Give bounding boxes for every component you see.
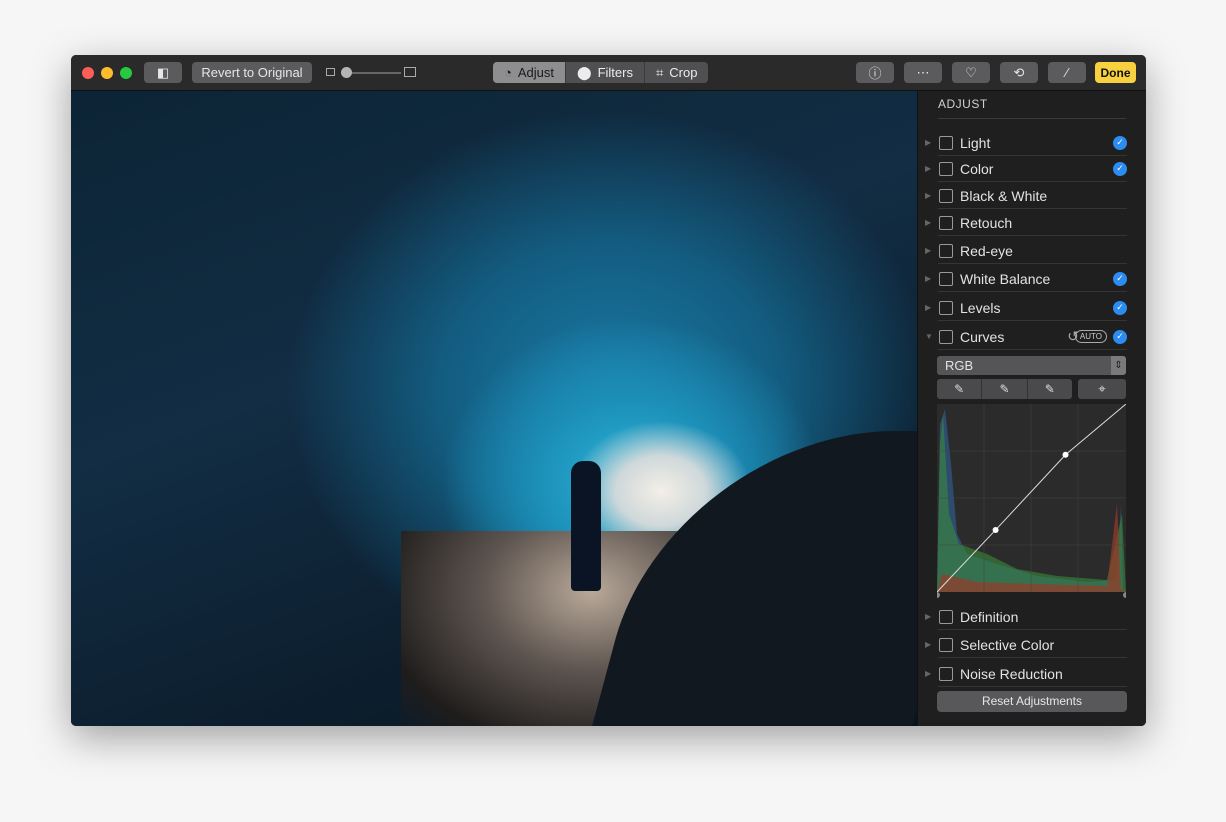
split-view-button[interactable]: ◧ — [144, 62, 182, 83]
curve-tools: ✎ ✎ ✎ ⌖ — [937, 379, 1126, 399]
photo-canvas[interactable] — [71, 91, 917, 726]
eye-icon — [939, 243, 953, 258]
half-circle-icon — [939, 188, 953, 203]
reset-adjustments-button[interactable]: Reset Adjustments — [937, 691, 1127, 712]
split-view-icon: ◧ — [156, 64, 170, 80]
share-more-button[interactable]: ⋯ — [904, 62, 942, 83]
item-label: Definition — [960, 608, 1019, 625]
item-label: Curves — [960, 328, 1005, 345]
item-label: Retouch — [960, 214, 1013, 231]
adjust-item-noise-reduction[interactable]: ▶ Noise Reduction — [918, 660, 1146, 687]
rotate-button[interactable]: ⟲ — [1000, 62, 1038, 83]
magic-wand-icon: ⁄ — [1065, 65, 1069, 80]
toolbar: ◧ Revert to Original ◔ Adjust ⬤ Filters ⌗ C… — [71, 55, 1146, 91]
person-figure — [571, 461, 601, 591]
checkmark-icon[interactable]: ✓ — [1113, 135, 1127, 150]
curves-histogram[interactable] — [937, 404, 1126, 599]
photo-large-icon — [404, 67, 416, 77]
black-point-eyedropper-icon[interactable]: ✎ — [937, 379, 983, 399]
sidebar-title: ADJUST — [938, 97, 988, 111]
disclosure-triangle-icon[interactable]: ▶ — [925, 218, 933, 227]
divider — [938, 118, 1126, 119]
photos-window: ◧ Revert to Original ◔ Adjust ⬤ Filters ⌗ C… — [71, 55, 1146, 726]
zoom-slider[interactable] — [341, 67, 401, 78]
add-point-crosshair-icon[interactable]: ⌖ — [1078, 379, 1126, 399]
black-handle — [937, 592, 940, 598]
levels-icon — [939, 300, 953, 315]
zoom-button[interactable] — [120, 67, 132, 79]
adjust-item-retouch[interactable]: ▶ Retouch — [918, 209, 1146, 236]
filters-icon: ⬤ — [577, 64, 592, 80]
rotate-icon: ⟲ — [1013, 64, 1025, 80]
auto-button[interactable]: AUTO — [1074, 330, 1107, 343]
channel-select[interactable]: RGB ⇕ — [937, 356, 1126, 375]
revert-button[interactable]: Revert to Original — [192, 62, 312, 83]
curve-point[interactable] — [992, 526, 999, 533]
checkmark-icon[interactable]: ✓ — [1113, 300, 1127, 315]
tab-filters[interactable]: ⬤ Filters — [566, 62, 645, 83]
info-icon: ⓘ — [868, 66, 882, 81]
item-label: Noise Reduction — [960, 665, 1063, 682]
disclosure-triangle-icon[interactable]: ▶ — [925, 640, 933, 649]
item-label: Red-eye — [960, 242, 1013, 259]
crop-icon: ⌗ — [655, 64, 664, 80]
heart-icon: ♡ — [965, 64, 977, 80]
disclosure-triangle-icon[interactable]: ▶ — [925, 669, 933, 678]
disclosure-triangle-icon[interactable]: ▼ — [925, 332, 933, 341]
disclosure-triangle-icon[interactable]: ▶ — [925, 303, 933, 312]
color-wheel-icon — [939, 161, 953, 176]
sun-icon — [939, 135, 953, 150]
close-button[interactable] — [82, 67, 94, 79]
minimize-button[interactable] — [101, 67, 113, 79]
adjust-item-curves[interactable]: ▼ Curves ↺ AUTO ✓ — [918, 323, 1146, 350]
item-label: Selective Color — [960, 636, 1055, 653]
disclosure-triangle-icon[interactable]: ▶ — [925, 246, 933, 255]
adjust-item-selective-color[interactable]: ▶ Selective Color — [918, 631, 1146, 658]
white-point-eyedropper-icon[interactable]: ✎ — [1028, 379, 1072, 399]
item-label: White Balance — [960, 270, 1051, 287]
mid-point-eyedropper-icon[interactable]: ✎ — [982, 379, 1028, 399]
checkmark-icon[interactable]: ✓ — [1113, 161, 1127, 176]
disclosure-triangle-icon[interactable]: ▶ — [925, 274, 933, 283]
photo-small-icon — [326, 68, 335, 76]
slider-knob[interactable] — [341, 67, 352, 78]
adjust-sidebar: ADJUST RGB ⇕ ✎ ✎ ✎ ⌖ Reset Adjustments ▶ Lig… — [917, 91, 1146, 726]
item-label: Levels — [960, 299, 1001, 316]
info-button[interactable]: ⓘ — [856, 62, 894, 83]
item-label: Light — [960, 134, 991, 151]
adjust-item-definition[interactable]: ▶ Definition — [918, 603, 1146, 630]
tab-crop[interactable]: ⌗ Crop — [644, 62, 709, 83]
adjust-item-white-balance[interactable]: ▶ White Balance ✓ — [918, 265, 1146, 292]
item-label: Color — [960, 160, 994, 177]
disclosure-triangle-icon[interactable]: ▶ — [925, 164, 933, 173]
adjust-item-black-white[interactable]: ▶ Black & White — [918, 182, 1146, 209]
adjust-dial-icon: ◔ — [504, 65, 512, 80]
mode-tabs: ◔ Adjust ⬤ Filters ⌗ Crop — [493, 62, 709, 83]
checkmark-icon[interactable]: ✓ — [1113, 271, 1127, 286]
noise-icon — [939, 666, 953, 681]
curves-icon — [939, 329, 953, 344]
adjust-item-levels[interactable]: ▶ Levels ✓ — [918, 294, 1146, 321]
white-handle — [1123, 592, 1126, 598]
done-button[interactable]: Done — [1095, 62, 1136, 83]
bandage-icon — [939, 215, 953, 230]
tab-adjust[interactable]: ◔ Adjust — [493, 62, 566, 83]
disclosure-triangle-icon[interactable]: ▶ — [925, 138, 933, 147]
item-label: Black & White — [960, 187, 1048, 204]
curve-point[interactable] — [1062, 451, 1069, 458]
definition-icon — [939, 609, 953, 624]
select-arrows-icon: ⇕ — [1111, 356, 1126, 375]
enhance-button[interactable]: ⁄ — [1048, 62, 1086, 83]
ellipsis-icon: ⋯ — [916, 64, 930, 80]
checkmark-icon[interactable]: ✓ — [1113, 329, 1127, 344]
disclosure-triangle-icon[interactable]: ▶ — [925, 191, 933, 200]
adjust-item-light[interactable]: ▶ Light ✓ — [918, 129, 1146, 156]
favorite-button[interactable]: ♡ — [952, 62, 990, 83]
white-balance-icon — [939, 271, 953, 286]
adjust-item-color[interactable]: ▶ Color ✓ — [918, 155, 1146, 182]
selective-color-icon — [939, 637, 953, 652]
adjust-item-red-eye[interactable]: ▶ Red-eye — [918, 237, 1146, 264]
disclosure-triangle-icon[interactable]: ▶ — [925, 612, 933, 621]
